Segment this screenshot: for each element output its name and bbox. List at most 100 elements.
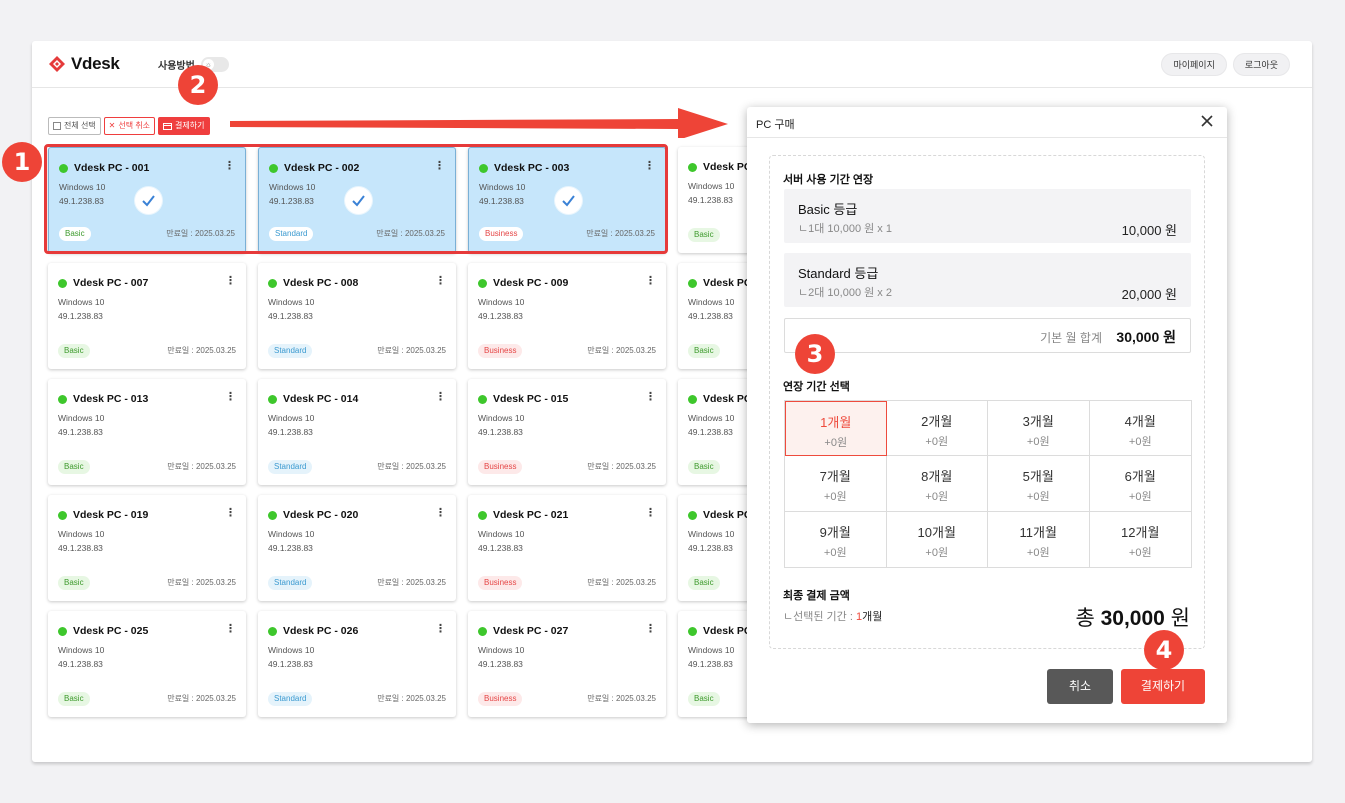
pc-os: Windows 10 bbox=[478, 645, 525, 655]
deselect-button[interactable]: ✕ 선택 취소 bbox=[103, 117, 156, 135]
more-options-icon[interactable]: ⋮ bbox=[645, 276, 656, 287]
toolbar-pay-button[interactable]: 결제하기 bbox=[158, 117, 210, 135]
purchase-summary: 서버 사용 기간 연장 Basic 등급 ㄴ1대 10,000 원 x 1 10… bbox=[769, 155, 1205, 649]
period-price: +0원 bbox=[1128, 491, 1152, 504]
more-options-icon[interactable]: ⋮ bbox=[645, 624, 656, 635]
pc-os: Windows 10 bbox=[58, 645, 105, 655]
period-option[interactable]: 7개월 +0원 bbox=[785, 456, 887, 512]
tier-badge: Basic bbox=[688, 576, 720, 590]
period-option[interactable]: 10개월 +0원 bbox=[887, 511, 988, 567]
more-options-icon[interactable]: ⋮ bbox=[435, 392, 446, 403]
period-option[interactable]: 12개월 +0원 bbox=[1090, 512, 1192, 567]
close-icon[interactable] bbox=[1199, 113, 1215, 129]
tier-badge: Standard bbox=[268, 460, 313, 474]
pc-card[interactable]: Vdesk PC - 014 ⋮ Windows 10 49.1.238.83 Stan… bbox=[258, 379, 456, 485]
more-options-icon[interactable]: ⋮ bbox=[435, 276, 446, 287]
tier-badge: Basic bbox=[58, 576, 90, 590]
period-label: 11개월 bbox=[1019, 524, 1057, 540]
online-status-icon bbox=[478, 395, 487, 404]
expiry-date: 만료일 : 2025.03.25 bbox=[377, 578, 446, 587]
period-option[interactable]: 9개월 +0원 bbox=[785, 511, 887, 567]
logo-text: Vdesk bbox=[71, 54, 120, 73]
pc-card[interactable]: Vdesk PC - 015 ⋮ Windows 10 49.1.238.83 Busi… bbox=[468, 379, 666, 485]
pc-os: Windows 10 bbox=[688, 529, 735, 539]
period-options: 1개월 +0원 2개월 +0원 3개월 +0원 4개월 +0원 7개월 +0원 8개월 +0원 5개월 +… bbox=[784, 400, 1192, 568]
pc-card[interactable]: Vdesk PC - 019 ⋮ Windows 10 49.1.238.83 Basi… bbox=[48, 495, 246, 601]
select-all-label: 전체 선택 bbox=[64, 121, 96, 130]
more-options-icon[interactable]: ⋮ bbox=[225, 392, 236, 403]
pc-ip: 49.1.238.83 bbox=[688, 543, 733, 553]
period-price: +0원 bbox=[1128, 436, 1152, 448]
period-price: +0원 bbox=[925, 436, 949, 448]
period-option[interactable]: 6개월 +0원 bbox=[1089, 456, 1191, 512]
online-status-icon bbox=[688, 627, 697, 636]
pc-card[interactable]: Vdesk PC - 009 ⋮ Windows 10 49.1.238.83 Busi… bbox=[468, 263, 666, 369]
online-status-icon bbox=[688, 163, 697, 172]
period-option[interactable]: 4개월 +0원 bbox=[1089, 401, 1191, 457]
user-menu: 마이페이지 로그아웃 bbox=[1161, 53, 1290, 76]
pc-card[interactable]: Vdesk PC - 008 ⋮ Windows 10 49.1.238.83 Stan… bbox=[258, 263, 456, 369]
more-options-icon[interactable]: ⋮ bbox=[225, 276, 236, 287]
pc-card[interactable]: Vdesk PC - 026 ⋮ Windows 10 49.1.238.83 Stan… bbox=[258, 611, 456, 717]
expiry-date: 만료일 : 2025.03.25 bbox=[587, 346, 656, 355]
period-option[interactable]: 2개월 +0원 bbox=[886, 401, 988, 457]
online-status-icon bbox=[58, 395, 67, 404]
plan-price: 20,000 원 bbox=[1121, 287, 1177, 302]
mypage-button[interactable]: 마이페이지 bbox=[1161, 53, 1227, 76]
deselect-label: 선택 취소 bbox=[118, 121, 151, 130]
more-options-icon[interactable]: ⋮ bbox=[645, 392, 656, 403]
tier-badge: Basic bbox=[688, 460, 720, 474]
more-options-icon[interactable]: ⋮ bbox=[435, 508, 446, 519]
online-status-icon bbox=[268, 511, 277, 520]
pc-os: Windows 10 bbox=[268, 645, 315, 655]
pc-card[interactable]: Vdesk PC - 013 ⋮ Windows 10 49.1.238.83 Basi… bbox=[48, 379, 246, 485]
period-price: +0원 bbox=[1026, 436, 1050, 448]
period-option[interactable]: 11개월 +0원 bbox=[988, 511, 1090, 567]
logo[interactable]: Vdesk bbox=[48, 54, 120, 74]
pc-os: Windows 10 bbox=[58, 297, 105, 307]
pay-button[interactable]: 결제하기 bbox=[1121, 669, 1205, 704]
tier-badge: Standard bbox=[268, 344, 313, 358]
pc-os: Windows 10 bbox=[688, 413, 735, 423]
period-option[interactable]: 1개월 +0원 bbox=[785, 401, 887, 457]
tier-badge: Business bbox=[478, 692, 523, 706]
base-total-box: 기본 월 합계 30,000 원 bbox=[784, 318, 1191, 353]
more-options-icon[interactable]: ⋮ bbox=[225, 508, 236, 519]
pc-name: Vdesk PC - 020 bbox=[283, 509, 359, 521]
cancel-button[interactable]: 취소 bbox=[1047, 669, 1113, 704]
period-option[interactable]: 3개월 +0원 bbox=[988, 401, 1090, 457]
period-option[interactable]: 8개월 +0원 bbox=[886, 456, 988, 512]
expiry-date: 만료일 : 2025.03.25 bbox=[587, 578, 656, 587]
period-option[interactable]: 5개월 +0원 bbox=[988, 456, 1090, 512]
pc-os: Windows 10 bbox=[58, 413, 105, 423]
pc-card[interactable]: Vdesk PC - 021 ⋮ Windows 10 49.1.238.83 Busi… bbox=[468, 495, 666, 601]
callout-marker-4: 4 bbox=[1144, 630, 1184, 670]
plan-basic: Basic 등급 ㄴ1대 10,000 원 x 1 10,000 원 bbox=[784, 189, 1191, 243]
pc-os: Windows 10 bbox=[478, 413, 525, 423]
pc-purchase-modal: PC 구매 서버 사용 기간 연장 Basic 등급 ㄴ1대 10,000 원 … bbox=[747, 107, 1227, 723]
callout-marker-2: 2 bbox=[178, 65, 218, 105]
more-options-icon[interactable]: ⋮ bbox=[645, 508, 656, 519]
pc-name: Vdesk PC bbox=[703, 509, 752, 521]
more-options-icon[interactable]: ⋮ bbox=[225, 624, 236, 635]
selection-highlight bbox=[44, 144, 668, 254]
pc-card[interactable]: Vdesk PC - 007 ⋮ Windows 10 49.1.238.83 Basi… bbox=[48, 263, 246, 369]
pc-ip: 49.1.238.83 bbox=[478, 427, 523, 437]
more-options-icon[interactable]: ⋮ bbox=[435, 624, 446, 635]
final-total-unit: 원 bbox=[1164, 607, 1190, 630]
pc-os: Windows 10 bbox=[268, 413, 315, 423]
period-price: +0원 bbox=[823, 491, 847, 504]
pc-ip: 49.1.238.83 bbox=[478, 543, 523, 553]
expiry-date: 만료일 : 2025.03.25 bbox=[167, 346, 236, 355]
period-label: 8개월 bbox=[921, 469, 953, 485]
selected-period-unit: 개월 bbox=[862, 611, 883, 623]
logout-button[interactable]: 로그아웃 bbox=[1232, 53, 1290, 76]
period-label: 5개월 bbox=[1022, 469, 1054, 485]
pc-card[interactable]: Vdesk PC - 025 ⋮ Windows 10 49.1.238.83 Basi… bbox=[48, 611, 246, 717]
pc-name: Vdesk PC - 015 bbox=[493, 393, 569, 405]
pc-card[interactable]: Vdesk PC - 027 ⋮ Windows 10 49.1.238.83 Busi… bbox=[468, 611, 666, 717]
pc-os: Windows 10 bbox=[478, 297, 525, 307]
pay-label: 결제하기 bbox=[175, 121, 205, 130]
select-all-button[interactable]: 전체 선택 bbox=[48, 117, 101, 135]
pc-card[interactable]: Vdesk PC - 020 ⋮ Windows 10 49.1.238.83 Stan… bbox=[258, 495, 456, 601]
